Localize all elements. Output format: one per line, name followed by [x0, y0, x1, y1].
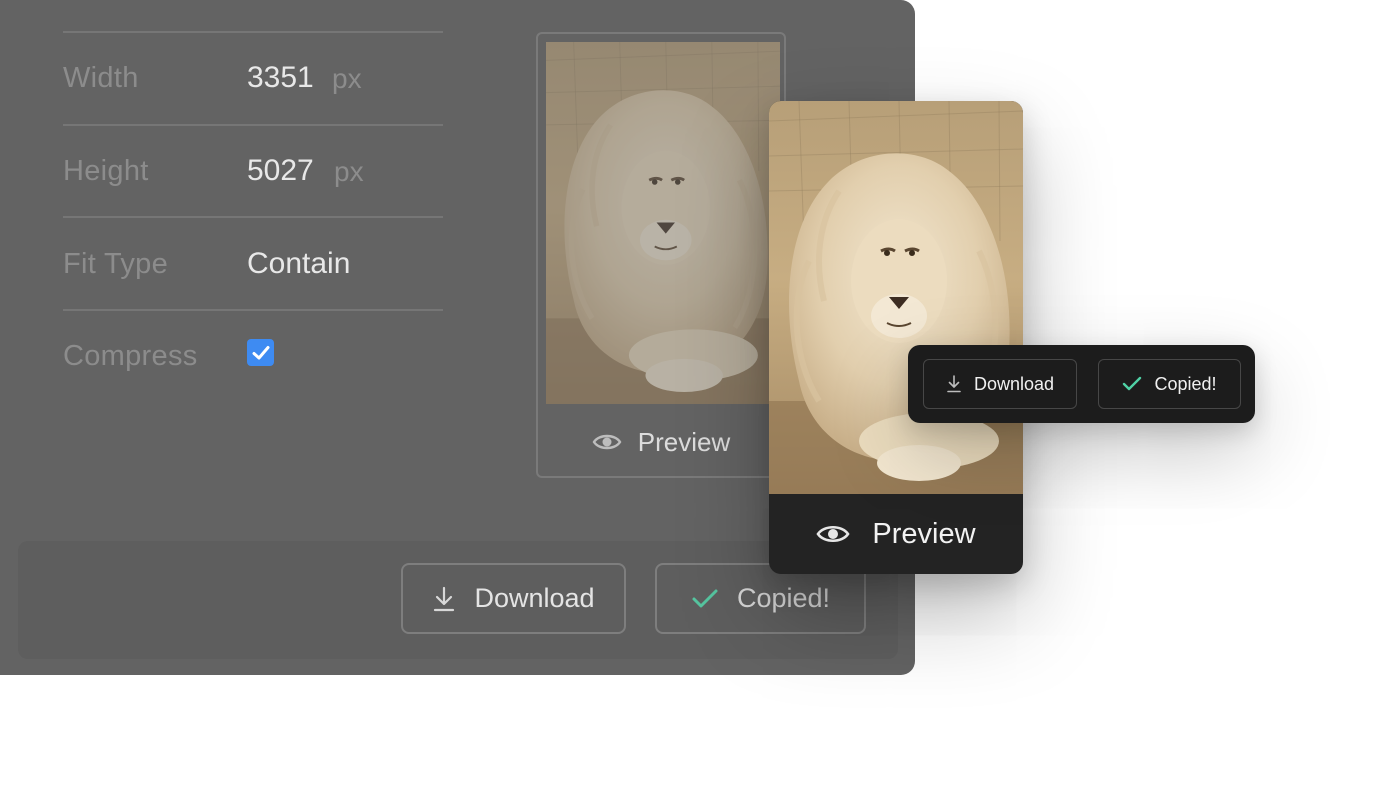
- toolbar-copied-button[interactable]: Copied!: [1098, 359, 1241, 409]
- toolbar-download-button[interactable]: Download: [923, 359, 1077, 409]
- fit-type-value[interactable]: Contain: [247, 247, 350, 281]
- lion-preview-image: [769, 101, 1023, 494]
- check-icon: [692, 589, 718, 607]
- eye-icon: [592, 434, 622, 450]
- thumbnail-preview-button[interactable]: Preview: [538, 406, 784, 478]
- action-toolbar: Download Copied!: [908, 345, 1255, 423]
- compress-label: Compress: [63, 340, 198, 372]
- checkbox-check-icon: [252, 345, 269, 359]
- height-label: Height: [63, 155, 149, 187]
- compress-checkbox[interactable]: [247, 339, 274, 366]
- fit-type-label: Fit Type: [63, 248, 169, 280]
- width-value[interactable]: 3351: [247, 61, 314, 95]
- download-icon: [947, 375, 961, 393]
- eye-icon: [816, 525, 850, 543]
- check-icon: [1123, 376, 1142, 391]
- height-value[interactable]: 5027: [247, 154, 314, 188]
- width-unit: px: [332, 63, 362, 94]
- lion-thumbnail-image: [546, 42, 780, 404]
- download-icon: [434, 586, 455, 611]
- floating-preview-card[interactable]: Preview: [769, 101, 1023, 574]
- thumbnail-preview-label: Preview: [637, 426, 731, 457]
- divider: [63, 309, 443, 311]
- preview-label: Preview: [872, 517, 976, 550]
- toolbar-copied-label: Copied!: [1154, 373, 1217, 394]
- divider: [63, 124, 443, 126]
- toolbar-download-label: Download: [973, 373, 1055, 394]
- width-label: Width: [63, 62, 139, 94]
- download-button[interactable]: Download: [401, 563, 626, 634]
- download-button-label: Download: [474, 583, 595, 613]
- copied-button-label: Copied!: [736, 583, 831, 613]
- divider: [63, 31, 443, 33]
- height-unit: px: [334, 156, 364, 187]
- thumbnail-card[interactable]: Preview: [536, 32, 786, 478]
- divider: [63, 216, 443, 218]
- preview-button[interactable]: Preview: [769, 494, 1023, 574]
